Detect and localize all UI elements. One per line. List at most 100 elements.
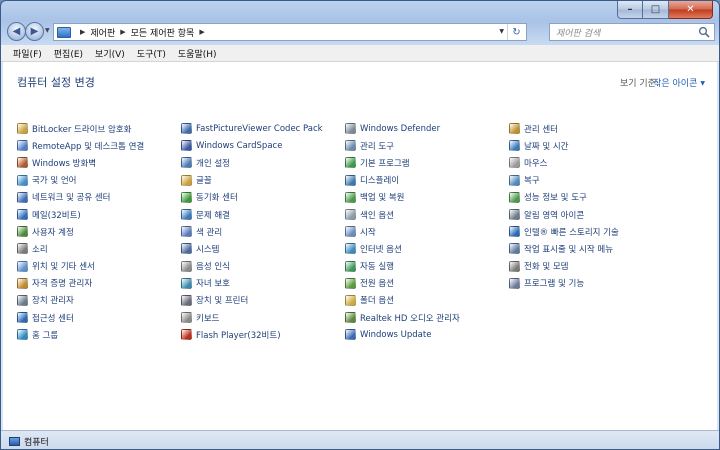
control-panel-item[interactable]: 장치 관리자 xyxy=(17,292,181,309)
control-panel-item[interactable]: 자녀 보호 xyxy=(181,275,345,292)
control-panel-item[interactable]: 글꼴 xyxy=(181,172,345,189)
control-panel-item[interactable]: 폴더 옵션 xyxy=(345,292,509,309)
control-panel-item[interactable]: Windows Defender xyxy=(345,120,509,137)
control-panel-item-label: 홈 그룹 xyxy=(32,330,59,341)
control-panel-item-label: 알림 영역 아이콘 xyxy=(524,210,585,221)
control-panel-item[interactable]: 디스플레이 xyxy=(345,172,509,189)
close-button[interactable]: ✕ xyxy=(669,1,713,19)
control-panel-item[interactable]: 개인 설정 xyxy=(181,154,345,171)
control-panel-item-icon xyxy=(181,209,192,221)
control-panel-item[interactable]: Windows CardSpace xyxy=(181,137,345,154)
control-panel-item[interactable]: 국가 및 언어 xyxy=(17,172,181,189)
control-panel-item-icon xyxy=(509,243,520,255)
forward-button[interactable]: ▶ xyxy=(25,22,44,41)
control-panel-item-icon xyxy=(345,209,356,221)
control-panel-item-icon xyxy=(17,294,28,306)
view-by-dropdown[interactable]: 작은 아이콘 ▼ xyxy=(653,76,705,89)
control-panel-item[interactable]: 자격 증명 관리자 xyxy=(17,275,181,292)
control-panel-item[interactable]: 전원 옵션 xyxy=(345,275,509,292)
caption-buttons: – □ ✕ xyxy=(617,1,713,19)
control-panel-item[interactable]: FastPictureViewer Codec Pack xyxy=(181,120,345,137)
control-panel-item-label: 자녀 보호 xyxy=(196,279,230,290)
control-panel-item-icon xyxy=(509,260,520,272)
control-panel-item[interactable]: 위치 및 기타 센서 xyxy=(17,258,181,275)
chevron-right-icon[interactable]: ▶ xyxy=(80,28,85,36)
menu-file[interactable]: 파일(F) xyxy=(7,47,48,60)
control-panel-item[interactable]: 색 관리 xyxy=(181,223,345,240)
control-panel-item[interactable]: Flash Player(32비트) xyxy=(181,326,345,343)
control-panel-item[interactable]: 기본 프로그램 xyxy=(345,154,509,171)
chevron-right-icon[interactable]: ▶ xyxy=(199,28,204,36)
control-panel-item[interactable]: 장치 및 프린터 xyxy=(181,292,345,309)
menu-tools[interactable]: 도구(T) xyxy=(131,47,172,60)
control-panel-item[interactable]: 접근성 센터 xyxy=(17,309,181,326)
control-panel-item[interactable]: 성능 정보 및 도구 xyxy=(509,189,673,206)
control-panel-item[interactable]: 전화 및 모뎀 xyxy=(509,258,673,275)
breadcrumb-control-panel[interactable]: 제어판 xyxy=(90,26,115,39)
control-panel-item-label: 인터넷 옵션 xyxy=(360,244,402,255)
control-panel-item[interactable]: 마우스 xyxy=(509,154,673,171)
control-panel-item-label: 전화 및 모뎀 xyxy=(524,262,569,273)
control-panel-item[interactable]: 사용자 계정 xyxy=(17,223,181,240)
menu-help[interactable]: 도움말(H) xyxy=(172,47,223,60)
control-panel-item[interactable]: 색인 옵션 xyxy=(345,206,509,223)
control-panel-item[interactable]: 메일(32비트) xyxy=(17,206,181,223)
control-panel-item[interactable]: Windows 방화벽 xyxy=(17,154,181,171)
control-panel-item[interactable]: 프로그램 및 기능 xyxy=(509,275,673,292)
control-panel-item[interactable]: 문제 해결 xyxy=(181,206,345,223)
minimize-button[interactable]: – xyxy=(617,1,643,19)
maximize-button[interactable]: □ xyxy=(643,1,669,19)
control-panel-item-label: 프로그램 및 기능 xyxy=(524,279,585,290)
control-panel-item[interactable]: 음성 인식 xyxy=(181,258,345,275)
control-panel-item[interactable]: 관리 센터 xyxy=(509,120,673,137)
control-panel-item[interactable]: BitLocker 드라이브 암호화 xyxy=(17,120,181,137)
control-panel-item[interactable]: 키보드 xyxy=(181,309,345,326)
control-panel-item[interactable]: Windows Update xyxy=(345,326,509,343)
control-panel-item-icon xyxy=(181,277,192,289)
search-input[interactable]: 제어판 검색 xyxy=(549,23,715,41)
control-panel-item[interactable]: 동기화 센터 xyxy=(181,189,345,206)
control-panel-item-icon xyxy=(17,209,28,221)
chevron-right-icon[interactable]: ▶ xyxy=(120,28,125,36)
control-panel-item-icon xyxy=(345,277,356,289)
control-panel-item[interactable]: 알림 영역 아이콘 xyxy=(509,206,673,223)
control-panel-item[interactable]: 관리 도구 xyxy=(345,137,509,154)
control-panel-item-label: 관리 센터 xyxy=(524,124,558,135)
refresh-button[interactable]: ↻ xyxy=(507,24,525,40)
recent-pages-dropdown-icon[interactable]: ▼ xyxy=(45,27,50,34)
control-panel-item[interactable]: 작업 표시줄 및 시작 메뉴 xyxy=(509,240,673,257)
view-by-value: 작은 아이콘 xyxy=(653,79,698,89)
control-panel-item[interactable]: 시작 xyxy=(345,223,509,240)
control-panel-item-label: 국가 및 언어 xyxy=(32,176,77,187)
control-panel-item-icon xyxy=(17,123,28,135)
control-panel-item-label: 문제 해결 xyxy=(196,210,230,221)
control-panel-item-label: FastPictureViewer Codec Pack xyxy=(196,123,323,134)
control-panel-item-label: Flash Player(32비트) xyxy=(196,330,281,341)
control-panel-item-label: 복구 xyxy=(524,176,540,187)
control-panel-item[interactable]: 인터넷 옵션 xyxy=(345,240,509,257)
control-panel-item-icon xyxy=(17,157,28,169)
control-panel-item[interactable]: 인텔® 빠른 스토리지 기술 xyxy=(509,223,673,240)
control-panel-item[interactable]: RemoteApp 및 데스크톱 연결 xyxy=(17,137,181,154)
menu-view[interactable]: 보기(V) xyxy=(89,47,131,60)
control-panel-item-icon xyxy=(345,243,356,255)
control-panel-item-icon xyxy=(509,191,520,203)
control-panel-item[interactable]: 네트워크 및 공유 센터 xyxy=(17,189,181,206)
search-icon[interactable] xyxy=(698,26,710,38)
address-bar[interactable]: ▶ 제어판 ▶ 모든 제어판 항목 ▶ ▼ ↻ xyxy=(53,23,527,41)
control-panel-item[interactable]: 자동 실행 xyxy=(345,258,509,275)
control-panel-item[interactable]: 소리 xyxy=(17,240,181,257)
control-panel-item[interactable]: Realtek HD 오디오 관리자 xyxy=(345,309,509,326)
back-button[interactable]: ◀ xyxy=(7,22,26,41)
breadcrumb-all-items[interactable]: 모든 제어판 항목 xyxy=(131,26,195,39)
control-panel-item-label: 시스템 xyxy=(196,244,220,255)
control-panel-item[interactable]: 시스템 xyxy=(181,240,345,257)
menu-edit[interactable]: 편집(E) xyxy=(48,47,89,60)
address-dropdown-icon[interactable]: ▼ xyxy=(499,28,504,35)
control-panel-item[interactable]: 복구 xyxy=(509,172,673,189)
control-panel-item[interactable]: 백업 및 복원 xyxy=(345,189,509,206)
control-panel-item-icon xyxy=(345,174,356,186)
control-panel-item[interactable]: 홈 그룹 xyxy=(17,326,181,343)
control-panel-item-icon xyxy=(17,174,28,186)
control-panel-item[interactable]: 날짜 및 시간 xyxy=(509,137,673,154)
